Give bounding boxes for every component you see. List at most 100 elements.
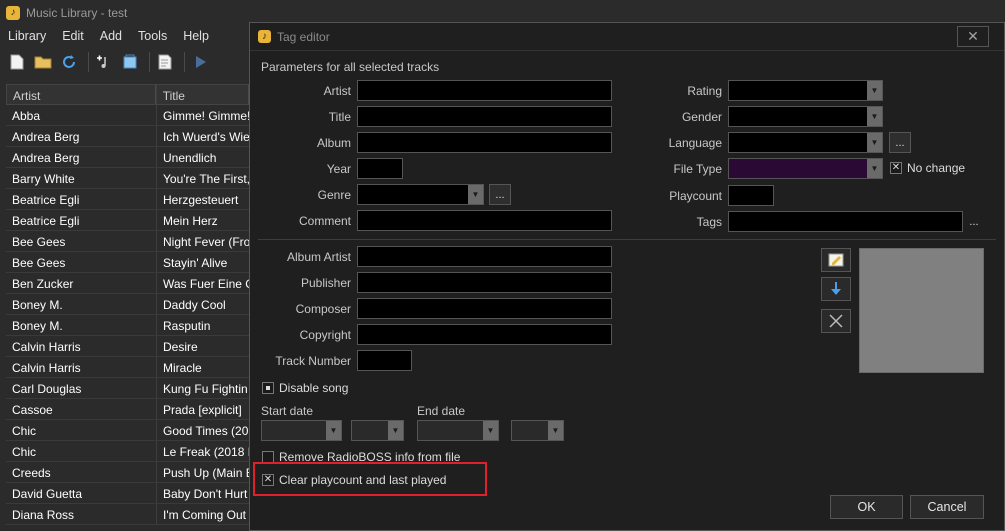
table-row[interactable]: Boney M. Daddy Cool bbox=[6, 294, 250, 315]
gender-select[interactable]: ▼ bbox=[728, 106, 883, 127]
remove-artwork-button[interactable] bbox=[821, 309, 851, 333]
cell-title: Good Times (201 bbox=[156, 420, 250, 440]
copyright-label: Copyright bbox=[299, 328, 351, 342]
start-time-picker[interactable]: ▼ bbox=[351, 420, 404, 441]
table-row[interactable]: Bee Gees Night Fever (Fro bbox=[6, 231, 250, 252]
main-toolbar bbox=[0, 49, 260, 75]
start-date-picker[interactable]: ▼ bbox=[261, 420, 342, 441]
publisher-input[interactable] bbox=[357, 272, 612, 293]
table-row[interactable]: Beatrice Egli Herzgesteuert bbox=[6, 189, 250, 210]
track-number-input[interactable] bbox=[357, 350, 412, 371]
comment-input[interactable] bbox=[357, 210, 612, 231]
play-icon[interactable] bbox=[189, 51, 211, 73]
table-row[interactable]: Creeds Push Up (Main E bbox=[6, 462, 250, 483]
refresh-icon[interactable] bbox=[58, 51, 80, 73]
table-row[interactable]: Barry White You're The First, bbox=[6, 168, 250, 189]
main-window-title: Music Library - test bbox=[26, 5, 128, 20]
edit-artwork-button[interactable] bbox=[821, 248, 851, 272]
end-time-picker[interactable]: ▼ bbox=[511, 420, 564, 441]
genre-browse-button[interactable]: ... bbox=[489, 184, 511, 205]
table-row[interactable]: Ben Zucker Was Fuer Eine G bbox=[6, 273, 250, 294]
cell-artist: Creeds bbox=[12, 466, 51, 480]
playcount-input[interactable] bbox=[728, 185, 774, 206]
copyright-input[interactable] bbox=[357, 324, 612, 345]
table-row[interactable]: Boney M. Rasputin bbox=[6, 315, 250, 336]
cell-title: Kung Fu Fightin bbox=[156, 378, 250, 398]
column-header-artist[interactable]: Artist bbox=[7, 85, 156, 104]
cell-artist: Bee Gees bbox=[12, 235, 66, 249]
table-row[interactable]: Abba Gimme! Gimme! bbox=[6, 105, 250, 126]
tags-input[interactable] bbox=[728, 211, 963, 232]
cell-title: Mein Herz bbox=[156, 210, 250, 230]
tags-browse-label: ... bbox=[969, 215, 979, 228]
cell-artist: Chic bbox=[12, 445, 37, 459]
menu-tools[interactable]: Tools bbox=[130, 27, 175, 47]
no-change-checkbox[interactable]: ✕ bbox=[890, 162, 902, 174]
table-row[interactable]: Andrea Berg Unendlich bbox=[6, 147, 250, 168]
chevron-down-icon: ▼ bbox=[867, 133, 882, 152]
annotation-highlight-box bbox=[253, 462, 487, 496]
language-select[interactable]: ▼ bbox=[728, 132, 883, 153]
ok-button[interactable]: OK bbox=[830, 495, 903, 519]
table-row[interactable]: Diana Ross I'm Coming Out bbox=[6, 504, 250, 525]
table-row[interactable]: Chic Le Freak (2018 R bbox=[6, 441, 250, 462]
composer-input[interactable] bbox=[357, 298, 612, 319]
dialog-title: Tag editor bbox=[277, 29, 330, 44]
language-browse-label: ... bbox=[895, 136, 905, 149]
table-row[interactable]: Calvin Harris Miracle bbox=[6, 357, 250, 378]
menu-help[interactable]: Help bbox=[175, 27, 217, 47]
cell-title: Push Up (Main E bbox=[156, 462, 250, 482]
table-row[interactable]: Calvin Harris Desire bbox=[6, 336, 250, 357]
dialog-app-icon: ♪ bbox=[258, 30, 271, 43]
album-input[interactable] bbox=[357, 132, 612, 153]
title-input[interactable] bbox=[357, 106, 612, 127]
chevron-down-icon: ▼ bbox=[388, 421, 403, 440]
table-row[interactable]: David Guetta Baby Don't Hurt bbox=[6, 483, 250, 504]
close-button[interactable]: ✕ bbox=[957, 26, 989, 47]
menu-library[interactable]: Library bbox=[0, 27, 54, 47]
disable-song-checkbox[interactable] bbox=[262, 382, 274, 394]
tags-browse-button[interactable]: ... bbox=[964, 211, 984, 232]
menu-add[interactable]: Add bbox=[92, 27, 130, 47]
column-header-title[interactable]: Title bbox=[155, 85, 249, 104]
end-date-picker[interactable]: ▼ bbox=[417, 420, 499, 441]
language-browse-button[interactable]: ... bbox=[889, 132, 911, 153]
cancel-button[interactable]: Cancel bbox=[910, 495, 984, 519]
cell-artist: Bee Gees bbox=[12, 256, 66, 270]
cell-title: Gimme! Gimme! bbox=[156, 105, 250, 125]
rating-select[interactable]: ▼ bbox=[728, 80, 883, 101]
file-type-select[interactable]: ▼ bbox=[728, 158, 883, 179]
add-folder-icon[interactable] bbox=[119, 51, 141, 73]
cell-artist: Ben Zucker bbox=[12, 277, 74, 291]
table-row[interactable]: Chic Good Times (201 bbox=[6, 420, 250, 441]
disable-song-label: Disable song bbox=[279, 381, 349, 395]
cell-artist: Beatrice Egli bbox=[12, 214, 80, 228]
cell-artist: David Guetta bbox=[12, 487, 83, 501]
add-track-icon[interactable] bbox=[93, 51, 115, 73]
new-file-icon[interactable] bbox=[6, 51, 28, 73]
artist-input[interactable] bbox=[357, 80, 612, 101]
tags-label: Tags bbox=[696, 215, 722, 229]
grid-body: Abba Gimme! Gimme! Andrea Berg Ich Wuerd's … bbox=[6, 105, 250, 525]
album-artist-label: Album Artist bbox=[286, 250, 351, 264]
cell-artist: Abba bbox=[12, 109, 41, 123]
table-row[interactable]: Beatrice Egli Mein Herz bbox=[6, 210, 250, 231]
chevron-down-icon: ▼ bbox=[326, 421, 341, 440]
table-row[interactable]: Andrea Berg Ich Wuerd's Wie bbox=[6, 126, 250, 147]
table-row[interactable]: Bee Gees Stayin' Alive bbox=[6, 252, 250, 273]
cell-title: Baby Don't Hurt bbox=[156, 483, 250, 503]
download-artwork-button[interactable] bbox=[821, 277, 851, 301]
menu-edit[interactable]: Edit bbox=[54, 27, 92, 47]
cell-title: Desire bbox=[156, 336, 250, 356]
album-artist-input[interactable] bbox=[357, 246, 612, 267]
table-row[interactable]: Carl Douglas Kung Fu Fightin bbox=[6, 378, 250, 399]
open-folder-icon[interactable] bbox=[32, 51, 54, 73]
toolbar-separator bbox=[149, 52, 150, 72]
table-row[interactable]: Cassoe Prada [explicit] bbox=[6, 399, 250, 420]
year-input[interactable] bbox=[357, 158, 403, 179]
genre-select[interactable]: ▼ bbox=[357, 184, 484, 205]
genre-browse-label: ... bbox=[495, 188, 505, 201]
album-label: Album bbox=[316, 136, 351, 150]
no-change-label: No change bbox=[907, 161, 966, 175]
document-icon[interactable] bbox=[154, 51, 176, 73]
